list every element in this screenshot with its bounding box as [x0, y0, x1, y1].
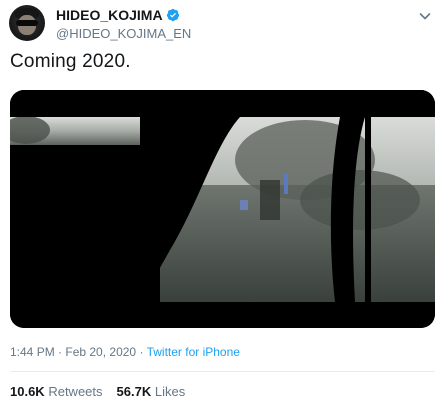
- tweet-time[interactable]: 1:44 PM: [10, 345, 55, 359]
- tweet-source-link[interactable]: Twitter for iPhone: [147, 345, 240, 359]
- display-name[interactable]: HIDEO_KOJIMA: [56, 7, 163, 23]
- tweet-date[interactable]: Feb 20, 2020: [65, 345, 136, 359]
- meta-separator: ·: [54, 345, 66, 359]
- likes-label: Likes: [154, 384, 186, 399]
- user-names: HIDEO_KOJIMA @HIDEO_KOJIMA_EN: [56, 7, 191, 41]
- tweet-stats: 10.6K Retweets 56.7K Likes: [10, 384, 185, 399]
- tweet-header: HIDEO_KOJIMA @HIDEO_KOJIMA_EN: [9, 5, 435, 41]
- likes-stat[interactable]: 56.7K Likes: [117, 384, 186, 399]
- tweet-meta: 1:44 PM · Feb 20, 2020 · Twitter for iPh…: [10, 345, 240, 359]
- likes-count: 56.7K: [116, 384, 152, 399]
- avatar-glasses: [16, 20, 38, 26]
- chevron-down-icon[interactable]: [417, 8, 433, 24]
- divider: [10, 371, 435, 372]
- retweets-stat[interactable]: 10.6K Retweets: [10, 384, 103, 399]
- display-name-row: HIDEO_KOJIMA: [56, 7, 191, 23]
- tweet-video[interactable]: [10, 90, 435, 328]
- video-frame: [10, 90, 435, 328]
- retweets-count: 10.6K: [10, 384, 45, 399]
- meta-separator-2: ·: [136, 345, 147, 359]
- tweet-text: Coming 2020.: [10, 51, 131, 72]
- avatar[interactable]: [9, 5, 45, 41]
- user-handle[interactable]: @HIDEO_KOJIMA_EN: [56, 26, 191, 41]
- retweets-label: Retweets: [48, 384, 103, 399]
- verified-badge-icon: [166, 8, 180, 22]
